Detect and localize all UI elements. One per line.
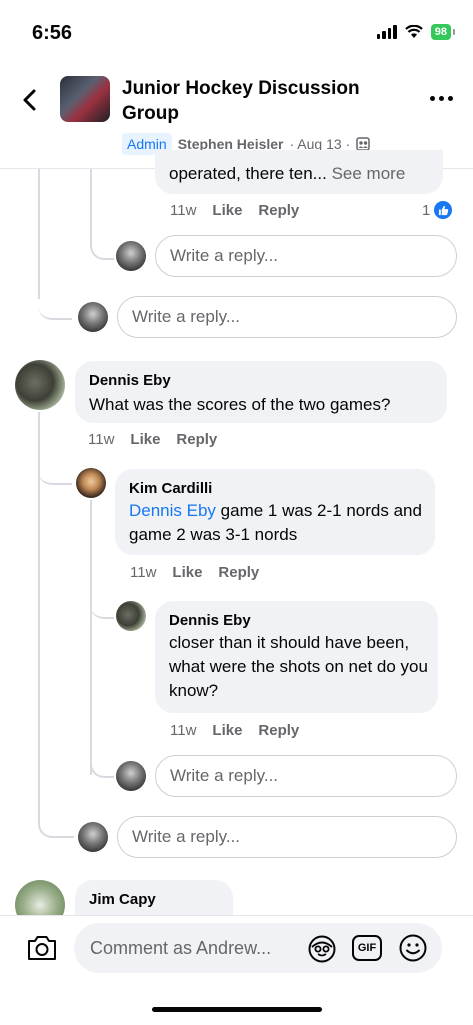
more-options-icon[interactable] bbox=[430, 96, 453, 101]
wifi-icon bbox=[404, 25, 423, 38]
thread-connector bbox=[90, 226, 114, 260]
gif-label: GIF bbox=[357, 942, 377, 954]
see-more-link[interactable]: See more bbox=[332, 164, 406, 183]
back-arrow-icon[interactable] bbox=[20, 88, 40, 112]
comment-bubble: Kim Cardilli Dennis Eby game 1 was 2-1 n… bbox=[115, 469, 435, 555]
like-count-value: 1 bbox=[422, 201, 431, 219]
group-title[interactable]: Junior Hockey Discussion Group bbox=[122, 76, 382, 126]
comment-time: 11w bbox=[88, 431, 115, 448]
thread-connector bbox=[38, 455, 72, 485]
like-button[interactable]: Like bbox=[212, 202, 242, 219]
reply-button[interactable]: Reply bbox=[218, 564, 259, 581]
comment-time: 11w bbox=[130, 564, 157, 581]
group-avatar[interactable] bbox=[60, 76, 110, 122]
user-avatar bbox=[116, 761, 146, 791]
like-button[interactable]: Like bbox=[212, 722, 242, 739]
reply-input[interactable]: Write a reply... bbox=[117, 296, 457, 338]
user-avatar bbox=[78, 822, 108, 852]
reply-button[interactable]: Reply bbox=[258, 722, 299, 739]
like-count[interactable]: 1 bbox=[422, 201, 453, 219]
comment-bubble: Dennis Eby What was the scores of the tw… bbox=[75, 361, 447, 423]
comment-bubble: Dennis Eby closer than it should have be… bbox=[155, 601, 438, 713]
group-audience-icon bbox=[356, 137, 370, 151]
commenter-name[interactable]: Dennis Eby bbox=[169, 611, 251, 631]
comment-time: 11w bbox=[170, 202, 197, 219]
mention-link[interactable]: Dennis Eby bbox=[129, 501, 216, 520]
gif-button[interactable]: GIF bbox=[352, 935, 382, 961]
thread-line bbox=[90, 500, 92, 775]
battery-icon: 98 bbox=[430, 24, 456, 40]
signal-icon bbox=[376, 25, 397, 39]
reply-button[interactable]: Reply bbox=[176, 431, 217, 448]
comment-placeholder: Comment as Andrew... bbox=[90, 937, 272, 958]
thread-connector bbox=[38, 280, 72, 320]
commenter-avatar[interactable] bbox=[116, 601, 146, 631]
reply-placeholder: Write a reply... bbox=[170, 766, 279, 785]
camera-icon[interactable] bbox=[26, 934, 58, 962]
commenter-name[interactable]: Kim Cardilli bbox=[129, 479, 212, 499]
emoji-icon[interactable] bbox=[398, 933, 428, 963]
commenter-avatar[interactable] bbox=[15, 360, 65, 410]
status-time: 6:56 bbox=[32, 22, 73, 44]
user-avatar bbox=[116, 241, 146, 271]
thread-connector bbox=[90, 745, 114, 778]
status-icons: 98 bbox=[376, 24, 456, 40]
commenter-name[interactable]: Jim Capy bbox=[89, 890, 156, 910]
comment-actions: 11w Like Reply bbox=[170, 202, 299, 219]
reply-placeholder: Write a reply... bbox=[132, 827, 241, 846]
commenter-avatar[interactable] bbox=[76, 468, 106, 498]
commenter-name[interactable]: Dennis Eby bbox=[89, 371, 171, 391]
reply-placeholder: Write a reply... bbox=[132, 307, 241, 326]
reply-input[interactable]: Write a reply... bbox=[155, 235, 457, 277]
comment-time: 11w bbox=[170, 722, 197, 739]
comment-input[interactable]: Comment as Andrew... bbox=[74, 923, 442, 973]
comment-bubble: operated, there ten... See more bbox=[155, 150, 443, 194]
home-indicator bbox=[152, 1007, 322, 1012]
like-reaction-icon bbox=[434, 201, 453, 219]
reply-input[interactable]: Write a reply... bbox=[117, 816, 457, 858]
comment-text: What was the scores of the two games? bbox=[89, 395, 391, 414]
reply-button[interactable]: Reply bbox=[258, 202, 299, 219]
comment-actions: 11w Like Reply bbox=[170, 722, 299, 739]
reply-placeholder: Write a reply... bbox=[170, 246, 279, 265]
avatar-sticker-icon[interactable] bbox=[307, 934, 337, 964]
thread-connector bbox=[38, 800, 74, 838]
comment-text: closer than it should have been, what we… bbox=[169, 633, 428, 700]
reply-input[interactable]: Write a reply... bbox=[155, 755, 457, 797]
thread-connector bbox=[90, 590, 114, 619]
comment-actions: 11w Like Reply bbox=[130, 564, 259, 581]
comment-text: operated, there ten... bbox=[169, 164, 327, 183]
comment-actions: 11w Like Reply bbox=[88, 431, 217, 448]
like-button[interactable]: Like bbox=[172, 564, 202, 581]
like-button[interactable]: Like bbox=[130, 431, 160, 448]
user-avatar bbox=[78, 302, 108, 332]
